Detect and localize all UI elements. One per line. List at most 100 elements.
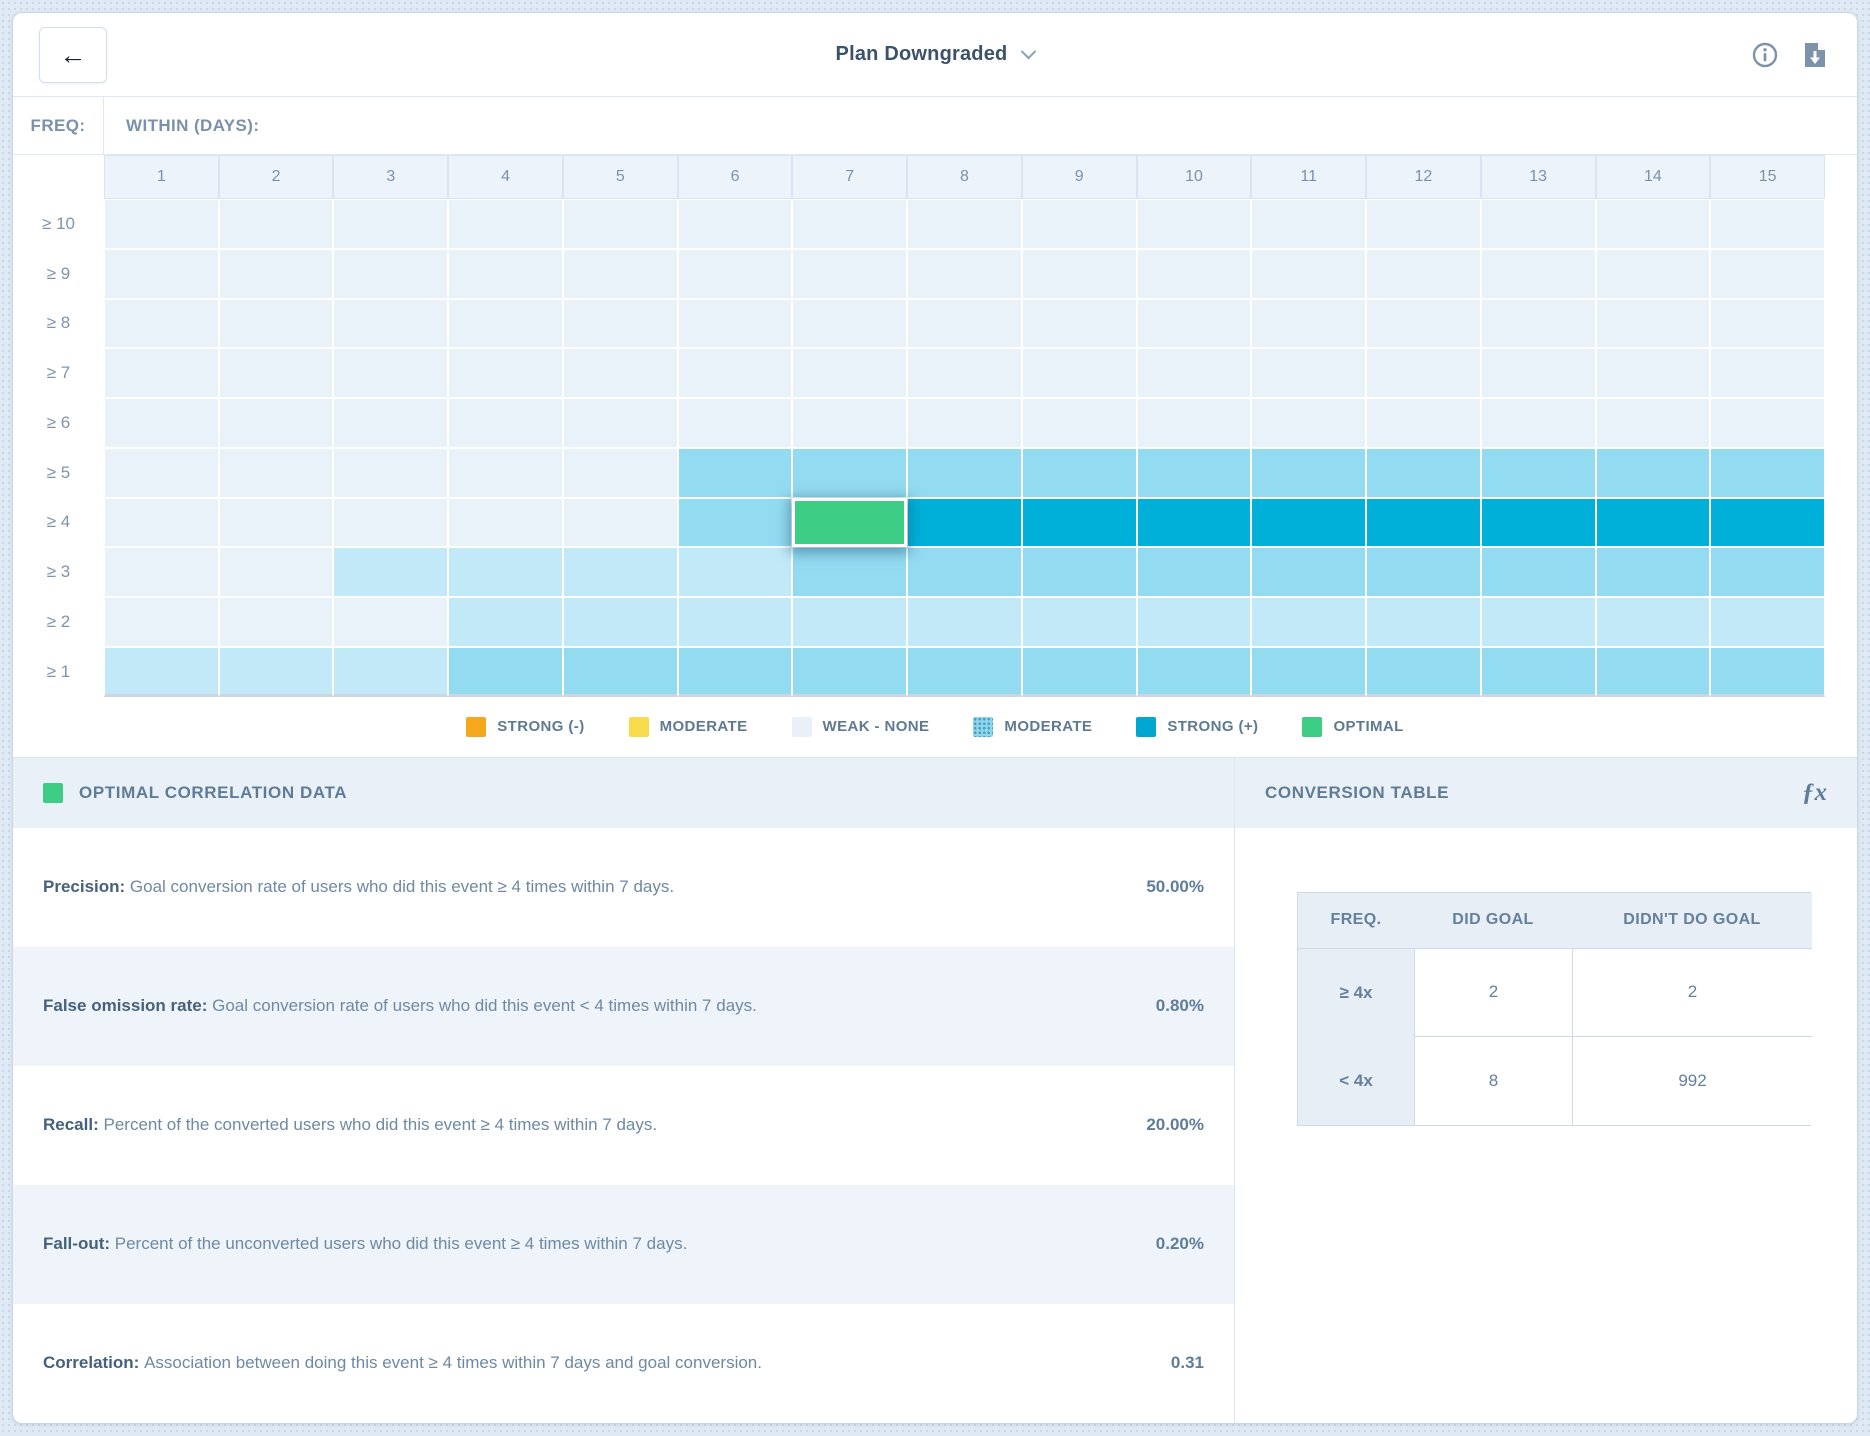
heatmap-cell-r≥1-c7[interactable]	[792, 647, 907, 697]
heatmap-cell-r≥8-c15[interactable]	[1710, 299, 1825, 349]
heatmap-cell-selected-optimal[interactable]	[792, 498, 907, 548]
formula-fx-icon[interactable]: ƒx	[1802, 779, 1827, 807]
heatmap-cell-r≥8-c7[interactable]	[792, 299, 907, 349]
event-selector-dropdown[interactable]: Plan Downgraded	[836, 43, 1035, 66]
heatmap-cell-r≥7-c13[interactable]	[1481, 348, 1596, 398]
heatmap-cell-r≥6-c13[interactable]	[1481, 398, 1596, 448]
heatmap-cell-r≥2-c14[interactable]	[1596, 597, 1711, 647]
heatmap-cell-r≥9-c1[interactable]	[104, 249, 219, 299]
heatmap-cell-r≥7-c15[interactable]	[1710, 348, 1825, 398]
heatmap-cell-r≥9-c15[interactable]	[1710, 249, 1825, 299]
heatmap-cell-r≥6-c12[interactable]	[1366, 398, 1481, 448]
heatmap-cell-r≥7-c9[interactable]	[1022, 348, 1137, 398]
heatmap-cell-r≥6-c11[interactable]	[1251, 398, 1366, 448]
heatmap-cell-r≥8-c3[interactable]	[333, 299, 448, 349]
heatmap-cell-r≥4-c11[interactable]	[1251, 498, 1366, 548]
heatmap-cell-r≥7-c4[interactable]	[448, 348, 563, 398]
heatmap-cell-r≥3-c11[interactable]	[1251, 547, 1366, 597]
heatmap-cell-r≥1-c10[interactable]	[1137, 647, 1252, 697]
heatmap-cell-r≥9-c9[interactable]	[1022, 249, 1137, 299]
heatmap-cell-r≥8-c2[interactable]	[219, 299, 334, 349]
heatmap-cell-r≥2-c8[interactable]	[907, 597, 1022, 647]
heatmap-cell-r≥9-c14[interactable]	[1596, 249, 1711, 299]
info-icon[interactable]	[1751, 41, 1779, 69]
heatmap-cell-r≥2-c7[interactable]	[792, 597, 907, 647]
heatmap-cell-r≥1-c9[interactable]	[1022, 647, 1137, 697]
heatmap-cell-r≥5-c3[interactable]	[333, 448, 448, 498]
heatmap-cell-r≥10-c14[interactable]	[1596, 199, 1711, 249]
heatmap-cell-r≥1-c8[interactable]	[907, 647, 1022, 697]
heatmap-cell-r≥4-c14[interactable]	[1596, 498, 1711, 548]
heatmap-cell-r≥2-c5[interactable]	[563, 597, 678, 647]
heatmap-cell-r≥5-c7[interactable]	[792, 448, 907, 498]
heatmap-cell-r≥1-c1[interactable]	[104, 647, 219, 697]
heatmap-cell-r≥5-c8[interactable]	[907, 448, 1022, 498]
heatmap-cell-r≥9-c5[interactable]	[563, 249, 678, 299]
heatmap-cell-r≥2-c15[interactable]	[1710, 597, 1825, 647]
heatmap-cell-r≥10-c4[interactable]	[448, 199, 563, 249]
heatmap-cell-r≥8-c5[interactable]	[563, 299, 678, 349]
heatmap-cell-r≥10-c3[interactable]	[333, 199, 448, 249]
heatmap-cell-r≥4-c2[interactable]	[219, 498, 334, 548]
heatmap-cell-r≥9-c3[interactable]	[333, 249, 448, 299]
heatmap-cell-r≥10-c2[interactable]	[219, 199, 334, 249]
heatmap-cell-r≥9-c10[interactable]	[1137, 249, 1252, 299]
heatmap-cell-r≥1-c6[interactable]	[678, 647, 793, 697]
heatmap-cell-r≥7-c5[interactable]	[563, 348, 678, 398]
heatmap-cell-r≥4-c5[interactable]	[563, 498, 678, 548]
heatmap-cell-r≥7-c3[interactable]	[333, 348, 448, 398]
heatmap-cell-r≥6-c9[interactable]	[1022, 398, 1137, 448]
heatmap-cell-r≥1-c15[interactable]	[1710, 647, 1825, 697]
heatmap-cell-r≥4-c6[interactable]	[678, 498, 793, 548]
heatmap-cell-r≥3-c10[interactable]	[1137, 547, 1252, 597]
heatmap-cell-r≥6-c14[interactable]	[1596, 398, 1711, 448]
heatmap-cell-r≥10-c7[interactable]	[792, 199, 907, 249]
heatmap-cell-r≥2-c1[interactable]	[104, 597, 219, 647]
heatmap-cell-r≥8-c10[interactable]	[1137, 299, 1252, 349]
heatmap-cell-r≥4-c15[interactable]	[1710, 498, 1825, 548]
heatmap-cell-r≥7-c10[interactable]	[1137, 348, 1252, 398]
heatmap-cell-r≥5-c11[interactable]	[1251, 448, 1366, 498]
heatmap-cell-r≥3-c9[interactable]	[1022, 547, 1137, 597]
heatmap-cell-r≥3-c6[interactable]	[678, 547, 793, 597]
heatmap-cell-r≥9-c6[interactable]	[678, 249, 793, 299]
heatmap-cell-r≥9-c8[interactable]	[907, 249, 1022, 299]
heatmap-cell-r≥8-c8[interactable]	[907, 299, 1022, 349]
heatmap-cell-r≥7-c11[interactable]	[1251, 348, 1366, 398]
heatmap-cell-r≥3-c14[interactable]	[1596, 547, 1711, 597]
heatmap-cell-r≥8-c13[interactable]	[1481, 299, 1596, 349]
heatmap-cell-r≥7-c12[interactable]	[1366, 348, 1481, 398]
heatmap-cell-r≥8-c11[interactable]	[1251, 299, 1366, 349]
heatmap-cell-r≥7-c1[interactable]	[104, 348, 219, 398]
heatmap-cell-r≥5-c1[interactable]	[104, 448, 219, 498]
heatmap-cell-r≥2-c4[interactable]	[448, 597, 563, 647]
heatmap-cell-r≥2-c10[interactable]	[1137, 597, 1252, 647]
heatmap-cell-r≥5-c14[interactable]	[1596, 448, 1711, 498]
heatmap-cell-r≥1-c5[interactable]	[563, 647, 678, 697]
heatmap-cell-r≥9-c11[interactable]	[1251, 249, 1366, 299]
heatmap-cell-r≥1-c13[interactable]	[1481, 647, 1596, 697]
heatmap-cell-r≥3-c7[interactable]	[792, 547, 907, 597]
heatmap-cell-r≥8-c4[interactable]	[448, 299, 563, 349]
heatmap-cell-r≥7-c14[interactable]	[1596, 348, 1711, 398]
heatmap-cell-r≥1-c14[interactable]	[1596, 647, 1711, 697]
heatmap-cell-r≥9-c2[interactable]	[219, 249, 334, 299]
heatmap-cell-r≥6-c8[interactable]	[907, 398, 1022, 448]
heatmap-cell-r≥3-c15[interactable]	[1710, 547, 1825, 597]
heatmap-cell-r≥6-c4[interactable]	[448, 398, 563, 448]
heatmap-cell-r≥5-c6[interactable]	[678, 448, 793, 498]
heatmap-cell-r≥6-c2[interactable]	[219, 398, 334, 448]
heatmap-cell-r≥10-c15[interactable]	[1710, 199, 1825, 249]
heatmap-cell-r≥6-c1[interactable]	[104, 398, 219, 448]
heatmap-cell-r≥5-c5[interactable]	[563, 448, 678, 498]
heatmap-cell-r≥6-c3[interactable]	[333, 398, 448, 448]
heatmap-cell-r≥8-c6[interactable]	[678, 299, 793, 349]
heatmap-cell-r≥10-c13[interactable]	[1481, 199, 1596, 249]
heatmap-cell-r≥3-c4[interactable]	[448, 547, 563, 597]
heatmap-cell-r≥1-c11[interactable]	[1251, 647, 1366, 697]
heatmap-cell-r≥8-c12[interactable]	[1366, 299, 1481, 349]
heatmap-cell-r≥9-c13[interactable]	[1481, 249, 1596, 299]
heatmap-cell-r≥5-c2[interactable]	[219, 448, 334, 498]
heatmap-cell-r≥5-c10[interactable]	[1137, 448, 1252, 498]
heatmap-cell-r≥4-c8[interactable]	[907, 498, 1022, 548]
